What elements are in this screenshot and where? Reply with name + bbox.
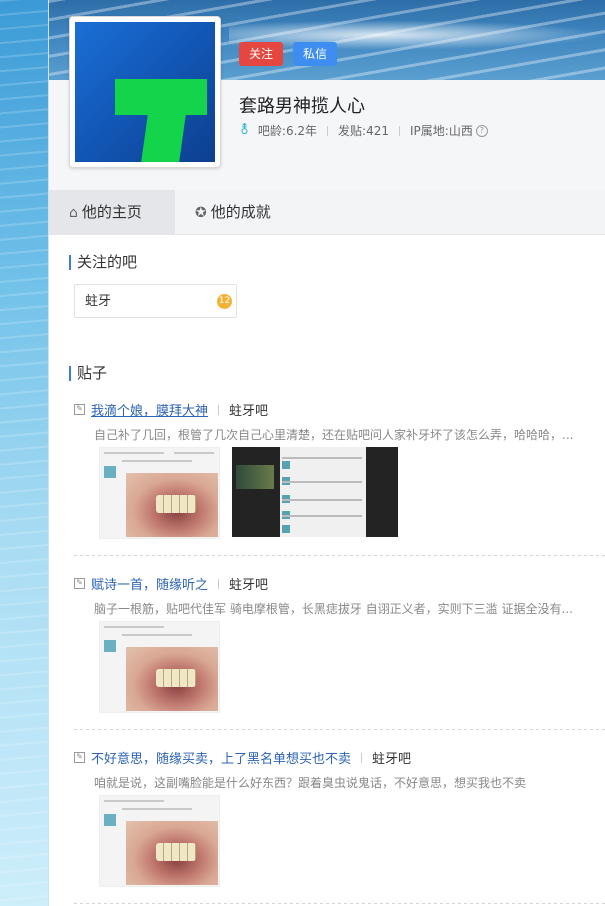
post-title-link[interactable]: 不好意思，随缘买卖，上了黑名单想买也不卖: [91, 748, 351, 767]
medal-icon: ✪: [195, 205, 207, 221]
tab-home[interactable]: ⌂ 他的主页: [49, 190, 175, 234]
post-count: 发贴:421: [338, 124, 389, 138]
thumb-avatar: [104, 466, 116, 478]
edit-icon: ✎: [74, 752, 85, 763]
post-title-link[interactable]: 赋诗一首，随缘听之: [91, 574, 208, 593]
tab-home-label: 他的主页: [81, 203, 142, 221]
thumb2-line: [282, 515, 362, 517]
divider: [218, 578, 220, 589]
post-title-link[interactable]: 我滴个娘，膜拜大神: [91, 400, 208, 419]
thumb2-line: [282, 457, 362, 459]
forum-card-name: 蛀牙: [85, 294, 112, 309]
avatar-logo-image: [75, 22, 215, 162]
ip-location: IP属地:山西: [410, 124, 473, 138]
home-icon: ⌂: [69, 205, 78, 221]
posts-heading: 贴子: [69, 366, 107, 381]
profile-tabs: ⌂ 他的主页 ✪ 他的成就: [49, 190, 605, 235]
followed-forums-heading: 关注的吧: [69, 255, 137, 270]
post-title-row: ✎ 赋诗一首，随缘听之 蛀牙吧: [74, 574, 268, 593]
thumb2-avatar: [282, 525, 290, 533]
post-item: ✎ 不好意思，随缘买卖，上了黑名单想买也不卖 蛀牙吧 咱就是说，这副嘴脸能是什么…: [74, 748, 605, 898]
help-icon[interactable]: ?: [475, 124, 488, 137]
thumb-teeth: [156, 495, 196, 513]
tab-achievements[interactable]: ✪ 他的成就: [175, 190, 291, 234]
post-image-thumbnail[interactable]: [232, 447, 398, 537]
level-badge-icon: 12: [217, 294, 232, 309]
thumb-avatar: [104, 640, 116, 652]
thumb-line: [122, 808, 192, 810]
message-button[interactable]: 私信: [293, 42, 338, 66]
follow-button[interactable]: 关注: [239, 42, 284, 66]
edit-icon: ✎: [74, 578, 85, 589]
post-item: ✎ 我滴个娘，膜拜大神 蛀牙吧 自己补了几回，根管了几次自己心里清楚，还在贴吧问…: [74, 400, 605, 550]
divider: [218, 404, 220, 415]
avatar[interactable]: [69, 16, 221, 168]
forum-card-dental-caries[interactable]: 蛀牙 12: [74, 284, 237, 318]
post-image-thumbnail[interactable]: [99, 795, 220, 887]
post-item: ✎ 赋诗一首，随缘听之 蛀牙吧 脑子一根筋，贴吧代佳军 骑电摩根管，长黑痣拔牙 …: [74, 574, 605, 724]
thumb-line: [104, 626, 164, 628]
post-forum-link[interactable]: 蛀牙吧: [229, 400, 268, 419]
profile-meta: ⚨ 吧龄:6.2年 发贴:421 IP属地:山西 ?: [239, 122, 488, 139]
thumb-avatar: [104, 814, 116, 826]
divider: [327, 125, 329, 136]
thumb2-panel: [280, 447, 366, 537]
thumb-line: [122, 634, 192, 636]
banner-wave: [229, 20, 605, 50]
post-forum-link[interactable]: 蛀牙吧: [229, 574, 268, 593]
account-age: 吧龄:6.2年: [257, 124, 318, 138]
thumb2-photo: [236, 465, 274, 489]
tab-achievements-label: 他的成就: [210, 203, 271, 221]
thumb-line: [174, 452, 214, 454]
divider: [361, 752, 363, 763]
background-sea-strip: [0, 0, 48, 906]
post-excerpt: 咱就是说，这副嘴脸能是什么好东西？跟着臭虫说鬼话，不好意思，想买我也不卖: [94, 776, 527, 790]
post-title-row: ✎ 不好意思，随缘买卖，上了黑名单想买也不卖 蛀牙吧: [74, 748, 411, 767]
thumb2-line: [282, 499, 362, 501]
gender-icon: ⚨: [239, 123, 250, 138]
thumb2-avatar: [282, 461, 290, 469]
post-image-thumbnail[interactable]: [99, 621, 220, 713]
thumb-line: [104, 452, 164, 454]
thumb-line: [104, 800, 164, 802]
post-forum-link[interactable]: 蛀牙吧: [372, 748, 411, 767]
profile-panel: 关注 私信 套路男神揽人心 ⚨ 吧龄:6.2年 发贴:421 IP属地:山西 ?…: [48, 0, 605, 906]
thumb-teeth: [156, 669, 196, 687]
post-excerpt: 脑子一根筋，贴吧代佳军 骑电摩根管，长黑痣拔牙 自诩正义者，实则下三滥 证据全没…: [94, 602, 573, 616]
post-image-thumbnail[interactable]: [99, 447, 220, 539]
divider: [399, 125, 400, 136]
post-divider: [74, 729, 605, 730]
post-divider: [74, 555, 605, 556]
edit-icon: ✎: [74, 404, 85, 415]
thumb-line: [122, 460, 192, 462]
thumb2-line: [282, 481, 362, 483]
post-divider: [74, 903, 605, 904]
username: 套路男神揽人心: [239, 96, 365, 117]
thumb-teeth: [156, 843, 196, 861]
post-title-row: ✎ 我滴个娘，膜拜大神 蛀牙吧: [74, 400, 268, 419]
post-excerpt: 自己补了几回，根管了几次自己心里清楚，还在贴吧问人家补牙坏了该怎么弄，哈哈哈，.…: [94, 428, 574, 442]
